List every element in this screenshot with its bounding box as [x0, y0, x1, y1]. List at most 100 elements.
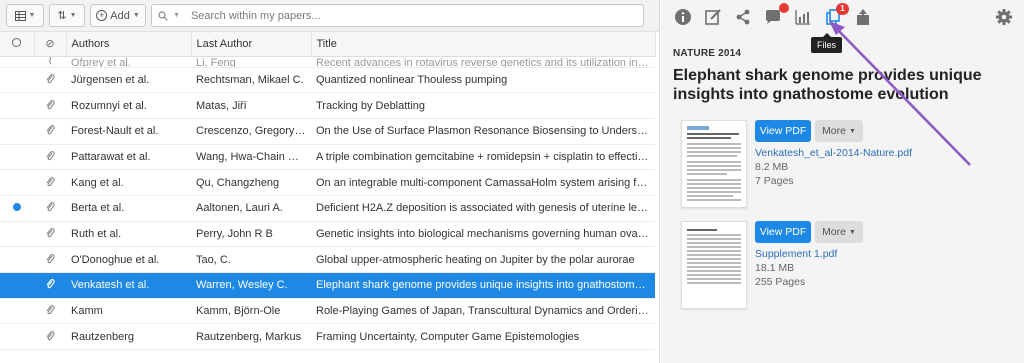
comments-badge [779, 3, 789, 13]
read-status-cell[interactable] [0, 118, 34, 145]
file-item: View PDF More ▼ Venkatesh_et_al-2014-Natu… [681, 120, 1011, 212]
title-column-header[interactable]: Title [311, 32, 656, 57]
files-badge: 1 [836, 3, 849, 15]
row-authors: Venkatesh et al. [66, 272, 191, 299]
file-size: 18.1 MB [755, 262, 795, 274]
row-title: On an integrable multi-component Camassa… [311, 169, 655, 196]
paper-title: Elephant shark genome provides unique in… [673, 67, 982, 103]
attachment-cell [34, 67, 66, 94]
search-input[interactable]: ▼ Search within my papers... [151, 4, 644, 27]
row-authors: Kang et al. [66, 169, 191, 196]
row-authors: Ruth et al. [66, 221, 191, 248]
chevron-down-icon: ▼ [173, 12, 180, 19]
table-row[interactable]: Venkatesh et al. Warren, Wesley C. Elephan… [0, 272, 655, 299]
paper-list-pane: ▼ ⇅ ▼ + Add ▼ ▼ Search within my papers.… [0, 0, 660, 363]
row-title: Quantized nonlinear Thouless pumping [311, 67, 655, 94]
read-status-column-header[interactable] [0, 32, 35, 57]
row-title: Genetic insights into biological mechani… [311, 221, 655, 248]
more-label: More [822, 226, 846, 238]
search-icon [158, 10, 168, 21]
attachment-cell [34, 298, 66, 325]
unread-dot-icon [13, 203, 21, 212]
circle-icon [12, 37, 22, 47]
pdf-thumbnail[interactable] [681, 221, 747, 309]
attachment-cell [34, 272, 66, 299]
read-status-cell[interactable] [0, 144, 34, 171]
row-title: Tracking by Deblatting [311, 92, 655, 119]
table-row[interactable]: Rautzenberg Rautzenberg, Markus Framing Un… [0, 323, 655, 351]
files-tooltip: Files [811, 33, 843, 53]
table-view-icon [14, 10, 26, 21]
row-title: Elephant shark genome provides unique in… [311, 272, 655, 299]
read-status-cell[interactable] [0, 272, 34, 299]
plus-circle-icon: + [96, 10, 108, 21]
read-status-cell[interactable] [0, 221, 34, 248]
pdf-thumbnail[interactable] [681, 120, 747, 208]
add-button[interactable]: + Add ▼ [90, 4, 146, 27]
chevron-down-icon: ▼ [849, 127, 856, 135]
file-name-link[interactable]: Venkatesh_et_al-2014-Nature.pdf [755, 147, 912, 159]
edit-icon[interactable] [703, 7, 723, 27]
table-row[interactable]: Forest-Nault et al. Crescenzo, Gregory De… [0, 118, 655, 145]
attachment-cell [34, 221, 66, 248]
table-header-row: ⊘ Authors Last Author Title [0, 32, 656, 57]
table-row[interactable]: Kang et al. Qu, Changzheng On an integrabl… [0, 169, 655, 196]
read-status-cell[interactable] [0, 298, 34, 325]
row-title: A triple combination gemcitabine + romid… [311, 144, 655, 171]
row-authors: Kamm [66, 298, 191, 325]
row-authors: Ofprey et al. [66, 56, 191, 68]
row-last-author: Tao, C. [191, 246, 311, 273]
chevron-down-icon: ▼ [69, 12, 77, 19]
attachment-column-header[interactable]: ⊘ [34, 32, 67, 57]
view-pdf-button[interactable]: View PDF [755, 221, 811, 243]
sort-button[interactable]: ⇅ ▼ [49, 4, 85, 27]
table-row[interactable]: Pattarawat et al. Wang, Hwa-Chain Rob... A… [0, 144, 655, 171]
gear-icon[interactable] [994, 7, 1014, 27]
more-button[interactable]: More ▼ [815, 120, 863, 142]
file-name-link[interactable]: Supplement 1.pdf [755, 248, 837, 260]
metrics-chart-icon[interactable] [793, 7, 813, 27]
read-status-cell[interactable] [0, 246, 34, 273]
export-icon[interactable] [853, 7, 873, 27]
share-icon[interactable] [733, 7, 753, 27]
row-last-author: Li, Feng [191, 56, 311, 68]
row-last-author: Rechtsman, Mikael C. [191, 67, 311, 94]
view-pdf-button[interactable]: View PDF [755, 120, 811, 142]
file-size: 8.2 MB [755, 161, 789, 173]
read-status-cell[interactable] [0, 67, 34, 94]
comments-icon[interactable] [763, 3, 789, 27]
row-last-author: Rautzenberg, Markus [191, 323, 311, 351]
files-icon[interactable]: 1 [823, 3, 849, 27]
authors-column-header[interactable]: Authors [66, 32, 192, 57]
table-row[interactable]: Rozumnyi et al. Matas, Jiří Tracking by De… [0, 92, 655, 119]
table-row[interactable]: Kamm Kamm, Björn-Ole Role-Playing Games of… [0, 298, 655, 325]
paperclip-icon [46, 253, 55, 263]
chevron-down-icon: ▼ [132, 12, 140, 19]
more-button[interactable]: More ▼ [815, 221, 863, 243]
table-row[interactable]: O'Donoghue et al. Tao, C. Global upper-atm… [0, 246, 655, 273]
read-status-cell[interactable] [0, 169, 34, 196]
table-row[interactable]: Berta et al. Aaltonen, Lauri A. Deficient … [0, 195, 655, 222]
chevron-down-icon: ▼ [849, 228, 856, 236]
paperclip-icon [46, 125, 55, 135]
paperclip-icon [46, 99, 55, 109]
read-status-cell[interactable] [0, 92, 34, 119]
table-row[interactable]: Jürgensen et al. Rechtsman, Mikael C. Quan… [0, 67, 655, 94]
more-label: More [822, 125, 846, 137]
paperclip-icon: ⌇ [47, 56, 53, 67]
table-row[interactable]: Ruth et al. Perry, John R B Genetic insigh… [0, 221, 655, 248]
row-authors: O'Donoghue et al. [66, 246, 191, 273]
info-icon[interactable] [673, 7, 693, 27]
view-mode-button[interactable]: ▼ [6, 4, 44, 27]
row-last-author: Matas, Jiří [191, 92, 311, 119]
row-title: Deficient H2A.Z deposition is associated… [311, 195, 655, 222]
row-title: Framing Uncertainty, Computer Game Epist… [311, 323, 655, 351]
last-author-column-header[interactable]: Last Author [191, 32, 312, 57]
table-row-partial[interactable]: ⌇ Ofprey et al. Li, Feng Recent advances… [0, 56, 655, 68]
row-title: Recent advances in rotavirus reverse gen… [311, 56, 655, 68]
read-status-cell[interactable] [0, 195, 34, 222]
read-status-cell[interactable] [0, 323, 34, 351]
add-label: Add [110, 9, 130, 22]
row-last-author: Crescenzo, Gregory De [191, 118, 311, 145]
journal-year: NATURE 2014 [673, 48, 742, 59]
